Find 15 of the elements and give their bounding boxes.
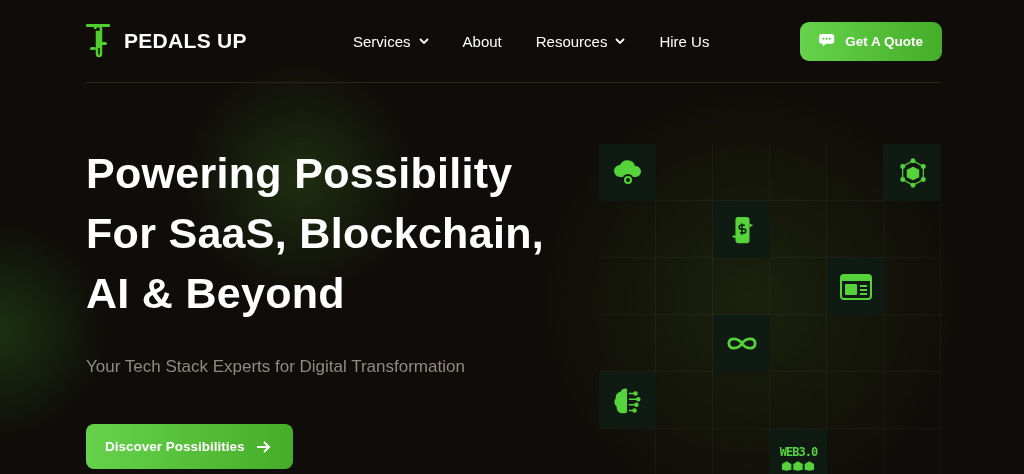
infinity-icon xyxy=(725,335,758,352)
arrow-right-icon xyxy=(256,440,271,453)
cloud-gear-icon xyxy=(612,158,643,187)
nav-link[interactable]: About xyxy=(462,32,502,50)
brand-name[interactable]: PEDALS UP xyxy=(124,29,247,53)
hero-title-line: Powering Possibility xyxy=(86,148,514,199)
browser-window-icon xyxy=(839,273,872,300)
hero-title-line: For SaaS, Blockchain, xyxy=(86,208,545,259)
nav-link[interactable]: Hire Us xyxy=(659,32,710,50)
logo-icon xyxy=(86,24,110,58)
nav-link[interactable]: Services xyxy=(353,32,429,50)
cube-network-icon xyxy=(897,157,928,188)
nav-link[interactable]: Resources xyxy=(535,32,626,50)
hero-subtitle: Your Tech Stack Experts for Digital Transformation xyxy=(86,357,466,377)
hero-title-line: AI & Beyond xyxy=(86,268,346,319)
